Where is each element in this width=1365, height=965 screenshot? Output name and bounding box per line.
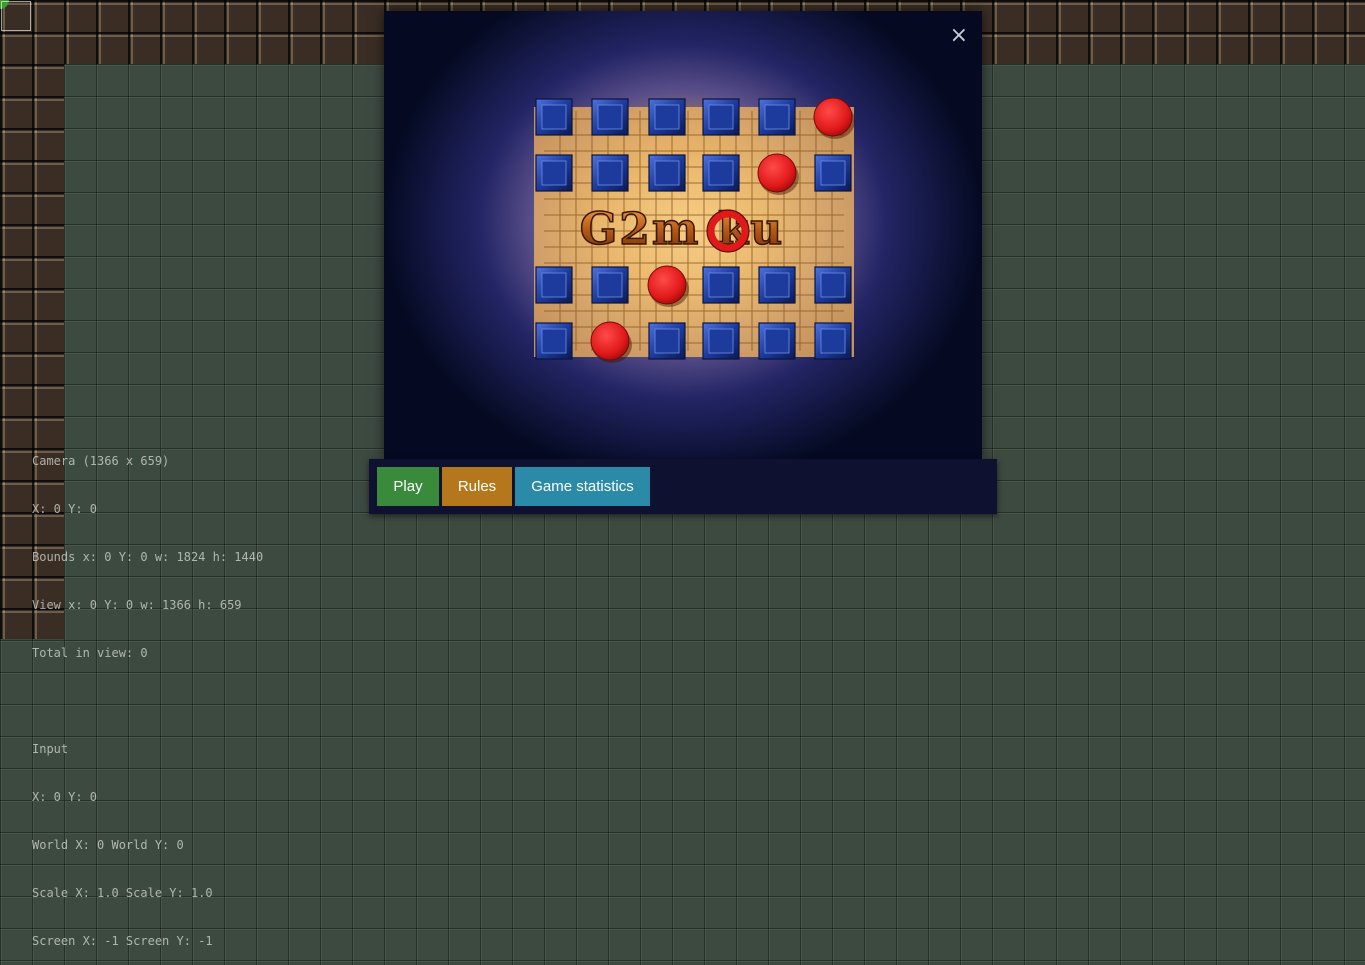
play-button[interactable]: Play [377, 467, 439, 506]
blue-tile-face [541, 104, 567, 130]
blue-tile-face [820, 272, 846, 298]
gomoku-splash-art: G2m ku [534, 97, 855, 363]
blue-tile-face [597, 160, 623, 186]
close-icon[interactable]: × [950, 25, 968, 47]
blue-tile-face [820, 160, 846, 186]
debug-overlay: Camera (1366 x 659) X: 0 Y: 0 Bounds x: … [32, 421, 263, 965]
red-stone [757, 153, 797, 193]
blue-tile-face [708, 104, 734, 130]
input-world: World X: 0 World Y: 0 [32, 838, 184, 852]
input-title: Input [32, 742, 69, 756]
blue-tile-face [708, 160, 734, 186]
blue-tile-face [541, 328, 567, 354]
input-screen: Screen X: -1 Screen Y: -1 [32, 934, 213, 948]
blue-tile-face [820, 328, 846, 354]
debug-spacer [32, 693, 263, 709]
input-scale: Scale X: 1.0 Scale Y: 1.0 [32, 886, 213, 900]
blue-tile-face [708, 328, 734, 354]
input-xy: X: 0 Y: 0 [32, 790, 98, 804]
blue-tile-face [541, 160, 567, 186]
tile-selection-frame [1, 1, 31, 31]
logo-text: G2m ku [580, 204, 785, 255]
blue-tile-face [654, 160, 680, 186]
blue-tile-face [597, 272, 623, 298]
camera-view: View x: 0 Y: 0 w: 1366 h: 659 [32, 598, 242, 612]
blue-tile-face [597, 104, 623, 130]
game-statistics-button[interactable]: Game statistics [515, 467, 650, 506]
blue-tile-face [654, 104, 680, 130]
blue-tile-face [708, 272, 734, 298]
red-stone [647, 265, 687, 305]
rules-button[interactable]: Rules [442, 467, 512, 506]
camera-total: Total in view: 0 [32, 646, 148, 660]
blue-tile-face [541, 272, 567, 298]
camera-bounds: Bounds x: 0 Y: 0 w: 1824 h: 1440 [32, 550, 264, 564]
red-stone [813, 97, 853, 137]
blue-tile-face [764, 272, 790, 298]
red-stone [590, 321, 630, 361]
blue-tile-face [764, 328, 790, 354]
modal-button-bar: Play Rules Game statistics [369, 459, 997, 514]
logo-title: G2m ku [579, 203, 785, 256]
blue-tile-face [764, 104, 790, 130]
game-start-modal: G2m ku × [384, 11, 982, 459]
camera-xy: X: 0 Y: 0 [32, 502, 98, 516]
camera-title: Camera (1366 x 659) [32, 454, 170, 468]
blue-tile-face [654, 328, 680, 354]
